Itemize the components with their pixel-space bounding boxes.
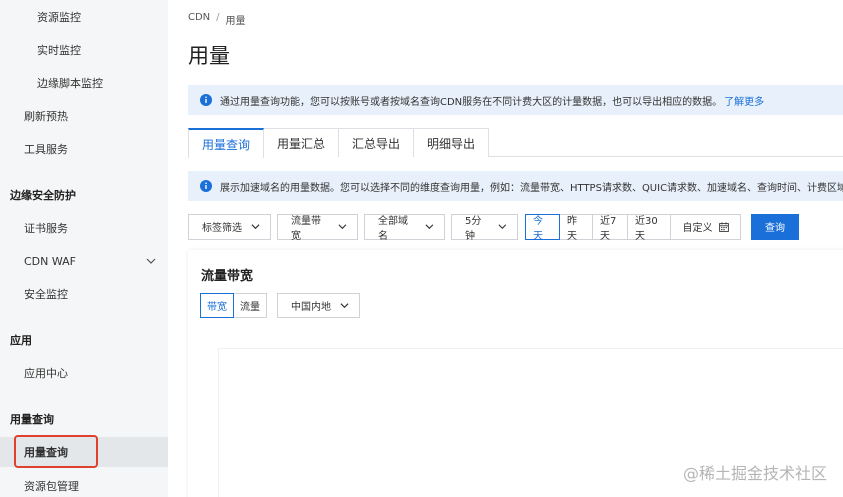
sidebar-group-label: 边缘安全防护 <box>10 189 76 202</box>
info-icon <box>200 180 212 192</box>
chevron-down-icon <box>340 303 349 309</box>
region-dropdown[interactable]: 中国内地 <box>277 293 360 318</box>
breadcrumb: CDN / 用量 <box>188 12 246 27</box>
sidebar-item-label: 证书服务 <box>24 222 68 235</box>
tab-label: 汇总导出 <box>352 136 401 151</box>
metric-label: 带宽 <box>207 302 227 313</box>
sidebar-group-app: 应用 <box>0 326 168 354</box>
range-today[interactable]: 今天 <box>525 213 560 242</box>
range-custom[interactable]: 自定义 <box>670 213 741 240</box>
watermark: @稀土掘金技术社区 <box>682 464 827 483</box>
sidebar-item-package-manage[interactable]: 资源包管理 <box>0 471 168 497</box>
calendar-icon <box>718 221 729 232</box>
breadcrumb-separator: / <box>216 12 220 23</box>
metric-bandwidth[interactable]: 带宽 <box>200 293 234 318</box>
dropdown-value: 全部域名 <box>378 215 408 242</box>
range-label: 昨天 <box>567 215 577 242</box>
sidebar-item-tool-service[interactable]: 工具服务 <box>0 134 168 164</box>
page-title: 用量 <box>188 44 230 68</box>
sidebar: 资源监控 实时监控 边缘脚本监控 刷新预热 工具服务 边缘安全防护 证书服务 C… <box>0 0 168 497</box>
card-title: 流量带宽 <box>201 269 254 284</box>
sidebar-item-cert-service[interactable]: 证书服务 <box>0 213 168 243</box>
tab-notice-banner: 展示加速域名的用量数据。您可以选择不同的维度查询用量，例如：流量带宽、HTTPS… <box>188 171 843 201</box>
time-range-selector: 今天 昨天 近7天 近30天 自定义 <box>525 213 741 242</box>
filter-bar: 标签筛选 流量带宽 全部域名 5分钟 今天 昨天 近7天 近30天 自定义 查询 <box>188 213 799 242</box>
dropdown-value: 标签筛选 <box>202 223 242 234</box>
sidebar-group-edge-security: 边缘安全防护 <box>0 181 168 209</box>
metric-toggle: 带宽 流量 <box>200 293 267 318</box>
sidebar-item-label: 资源监控 <box>37 11 81 24</box>
tab-usage-summary[interactable]: 用量汇总 <box>263 128 340 157</box>
notice-banner: 通过用量查询功能，您可以按账号或者按域名查询CDN服务在不同计费大区的计量数据，… <box>188 85 843 115</box>
highlight-annotation <box>14 435 98 468</box>
sidebar-item-security-monitor[interactable]: 安全监控 <box>0 279 168 309</box>
tab-label: 用量汇总 <box>277 136 326 151</box>
sidebar-item-refresh-prefetch[interactable]: 刷新预热 <box>0 101 168 131</box>
chevron-down-icon <box>251 224 260 230</box>
range-7-days[interactable]: 近7天 <box>592 213 628 242</box>
sidebar-item-resource-monitor[interactable]: 资源监控 <box>0 2 168 32</box>
chevron-down-icon <box>498 224 507 230</box>
metric-traffic[interactable]: 流量 <box>233 293 267 318</box>
info-icon <box>200 94 212 106</box>
query-button[interactable]: 查询 <box>751 213 799 240</box>
breadcrumb-root[interactable]: CDN <box>188 12 210 27</box>
usage-tabs: 用量查询 用量汇总 汇总导出 明细导出 <box>188 128 843 158</box>
range-label: 自定义 <box>682 223 713 234</box>
dropdown-value: 流量带宽 <box>291 215 321 242</box>
tab-summary-export[interactable]: 汇总导出 <box>338 128 415 157</box>
sidebar-group-usage: 用量查询 <box>0 405 168 433</box>
sidebar-item-label: 资源包管理 <box>24 480 79 493</box>
tab-label: 用量查询 <box>202 137 251 152</box>
chevron-down-icon <box>338 224 347 230</box>
metric-dropdown[interactable]: 流量带宽 <box>277 213 358 242</box>
sidebar-item-cdn-waf[interactable]: CDN WAF <box>0 246 168 276</box>
notice-text: 展示加速域名的用量数据。您可以选择不同的维度查询用量，例如：流量带宽、HTTPS… <box>220 182 843 194</box>
chevron-down-icon <box>425 224 434 230</box>
range-label: 今天 <box>533 215 543 242</box>
range-yesterday[interactable]: 昨天 <box>559 213 593 242</box>
sidebar-item-label: 应用中心 <box>24 367 68 380</box>
learn-more-link[interactable]: 了解更多 <box>724 93 764 108</box>
sidebar-item-label: 安全监控 <box>24 288 68 301</box>
dropdown-value: 中国内地 <box>291 302 331 313</box>
sidebar-item-label: 工具服务 <box>24 143 68 156</box>
interval-dropdown[interactable]: 5分钟 <box>451 213 518 242</box>
tab-usage-query[interactable]: 用量查询 <box>188 128 265 158</box>
metric-label: 流量 <box>240 302 260 313</box>
sidebar-item-label: 边缘脚本监控 <box>37 77 103 90</box>
tag-filter-dropdown[interactable]: 标签筛选 <box>188 213 271 240</box>
breadcrumb-current: 用量 <box>225 16 246 27</box>
range-30-days[interactable]: 近30天 <box>627 213 671 242</box>
chevron-down-icon <box>146 258 156 264</box>
dropdown-value: 5分钟 <box>465 215 482 242</box>
sidebar-item-realtime-monitor[interactable]: 实时监控 <box>0 35 168 65</box>
main-content: CDN / 用量 用量 通过用量查询功能，您可以按账号或者按域名查询CDN服务在… <box>168 0 843 497</box>
tab-detail-export[interactable]: 明细导出 <box>413 128 490 157</box>
sidebar-item-app-center[interactable]: 应用中心 <box>0 358 168 388</box>
notice-text: 通过用量查询功能，您可以按账号或者按域名查询CDN服务在不同计费大区的计量数据，… <box>220 96 723 108</box>
sidebar-item-label: CDN WAF <box>24 254 77 268</box>
domain-dropdown[interactable]: 全部域名 <box>364 213 445 242</box>
sidebar-item-edge-script-monitor[interactable]: 边缘脚本监控 <box>0 68 168 98</box>
sidebar-item-label: 刷新预热 <box>24 110 68 123</box>
range-label: 近30天 <box>635 215 658 242</box>
sidebar-group-label: 用量查询 <box>10 413 54 426</box>
sidebar-group-label: 应用 <box>10 334 32 347</box>
range-label: 近7天 <box>600 215 617 242</box>
tab-label: 明细导出 <box>427 136 476 151</box>
sidebar-item-label: 实时监控 <box>37 44 81 57</box>
